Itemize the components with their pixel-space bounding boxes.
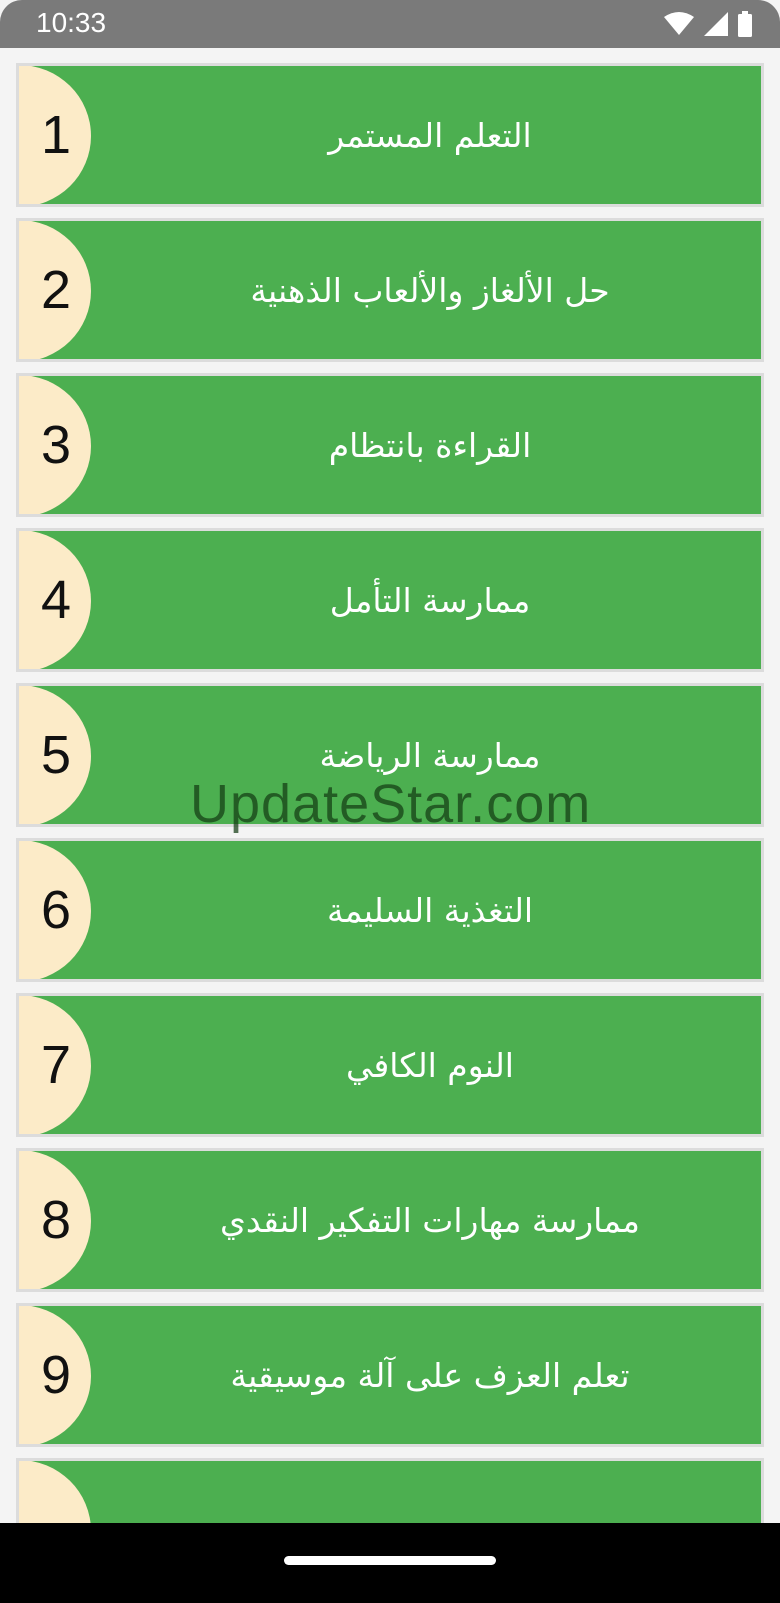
- item-label: التغذية السليمة: [326, 890, 534, 930]
- item-number: 2: [40, 260, 72, 320]
- list-item[interactable]: 6 التغذية السليمة: [16, 838, 764, 982]
- wifi-icon: [664, 12, 694, 36]
- item-label: ممارسة التأمل: [329, 580, 531, 620]
- status-icons: [664, 11, 752, 37]
- item-number: 1: [40, 105, 72, 165]
- signal-icon: [704, 12, 728, 36]
- battery-icon: [738, 11, 752, 37]
- list-item[interactable]: 5 ممارسة الرياضة: [16, 683, 764, 827]
- item-label: النوم الكافي: [346, 1045, 514, 1085]
- item-number: 4: [40, 570, 72, 630]
- list-item[interactable]: 4 ممارسة التأمل: [16, 528, 764, 672]
- list-item[interactable]: 1 التعلم المستمر: [16, 63, 764, 207]
- item-label: ممارسة الرياضة: [319, 735, 541, 775]
- item-label: ممارسة مهارات التفكير النقدي: [220, 1200, 640, 1240]
- topic-list[interactable]: 1 التعلم المستمر 2 حل الألغاز والألعاب ا…: [0, 48, 780, 1523]
- item-number: 8: [40, 1190, 72, 1250]
- item-label: تعلم العزف على آلة موسيقية: [230, 1355, 630, 1395]
- item-number: 7: [40, 1035, 72, 1095]
- item-number: 9: [40, 1345, 72, 1405]
- list-item[interactable]: 9 تعلم العزف على آلة موسيقية: [16, 1303, 764, 1447]
- item-label: [109, 1461, 751, 1523]
- navigation-bar: [0, 1523, 780, 1603]
- item-number: 6: [40, 880, 72, 940]
- list-item[interactable]: 2 حل الألغاز والألعاب الذهنية: [16, 218, 764, 362]
- item-label: التعلم المستمر: [328, 115, 532, 155]
- status-bar: 10:33: [0, 0, 780, 48]
- item-number: 3: [40, 415, 72, 475]
- list-item[interactable]: 3 القراءة بانتظام: [16, 373, 764, 517]
- list-item[interactable]: [16, 1458, 764, 1523]
- home-handle[interactable]: [284, 1556, 496, 1565]
- item-label: القراءة بانتظام: [328, 425, 532, 465]
- item-number: 5: [40, 725, 72, 785]
- item-number: [19, 1461, 93, 1523]
- list-item[interactable]: 8 ممارسة مهارات التفكير النقدي: [16, 1148, 764, 1292]
- status-time: 10:33: [36, 7, 107, 38]
- item-label: حل الألغاز والألعاب الذهنية: [250, 270, 610, 310]
- list-item[interactable]: 7 النوم الكافي: [16, 993, 764, 1137]
